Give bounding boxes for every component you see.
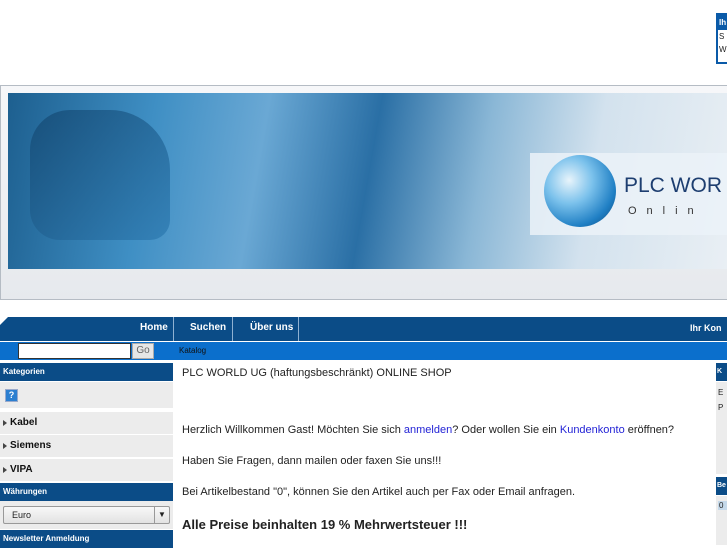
- globe-logo-icon: [544, 155, 616, 227]
- nav-divider: [173, 317, 174, 341]
- cart-box-header: Be: [716, 477, 727, 495]
- currencies-header: Währungen: [0, 483, 173, 501]
- welcome-post: eröffnen?: [624, 424, 675, 436]
- email-label: E: [718, 388, 724, 397]
- newsletter-header: Newsletter Anmeldung: [0, 530, 173, 548]
- cart-count: 0: [718, 501, 727, 510]
- breadcrumb: Katalog: [176, 342, 727, 360]
- nav-account[interactable]: Ihr Kon: [690, 317, 722, 341]
- nav-divider: [298, 317, 299, 341]
- search-input[interactable]: [18, 343, 131, 359]
- top-info-line: S: [719, 32, 725, 41]
- welcome-pre: Herzlich Willkommen Gast! Möchten Sie si…: [182, 424, 404, 436]
- login-box-header: K: [716, 363, 727, 381]
- help-icon[interactable]: ?: [5, 389, 18, 402]
- create-account-link[interactable]: Kundenkonto: [560, 424, 625, 436]
- category-siemens[interactable]: Siemens: [0, 435, 173, 457]
- password-label: P: [718, 403, 724, 412]
- categories-header: Kategorien: [0, 363, 173, 381]
- search-go-button[interactable]: Go: [132, 343, 154, 359]
- nav-divider: [232, 317, 233, 341]
- welcome-text: Herzlich Willkommen Gast! Möchten Sie si…: [182, 424, 674, 436]
- category-kabel[interactable]: Kabel: [0, 412, 173, 434]
- welcome-mid: ? Oder wollen Sie ein: [452, 424, 560, 436]
- stock-note: Bei Artikelbestand "0", können Sie den A…: [182, 486, 576, 498]
- currency-selected: Euro: [12, 510, 32, 520]
- nav-about[interactable]: Über uns: [250, 317, 293, 341]
- questions-text: Haben Sie Fragen, dann mailen oder faxen…: [182, 455, 442, 467]
- help-row: ?: [0, 382, 173, 408]
- cart-box: 0: [716, 496, 727, 545]
- logo-subtitle: Onlin: [628, 205, 704, 217]
- nav-home[interactable]: Home: [140, 317, 168, 341]
- vat-note: Alle Preise beinhalten 19 % Mehrwertsteu…: [182, 517, 468, 532]
- login-link[interactable]: anmelden: [404, 424, 452, 436]
- currency-row: Euro ▼: [0, 501, 173, 529]
- page-heading: PLC WORLD UG (haftungsbeschränkt) ONLINE…: [182, 367, 452, 379]
- chevron-down-icon: ▼: [154, 507, 169, 523]
- currency-select[interactable]: Euro ▼: [3, 506, 170, 524]
- top-info-box: Ih S W: [716, 13, 727, 64]
- category-vipa[interactable]: VIPA: [0, 459, 173, 481]
- main-nav: Home Suchen Über uns Ihr Kon: [0, 317, 727, 341]
- top-info-line: W: [719, 45, 727, 54]
- logo-title: PLC WOR: [624, 174, 723, 197]
- top-info-title: Ih: [718, 15, 727, 30]
- login-box: E P: [716, 382, 727, 474]
- banner-robot-graphic: [30, 110, 170, 240]
- nav-search[interactable]: Suchen: [190, 317, 226, 341]
